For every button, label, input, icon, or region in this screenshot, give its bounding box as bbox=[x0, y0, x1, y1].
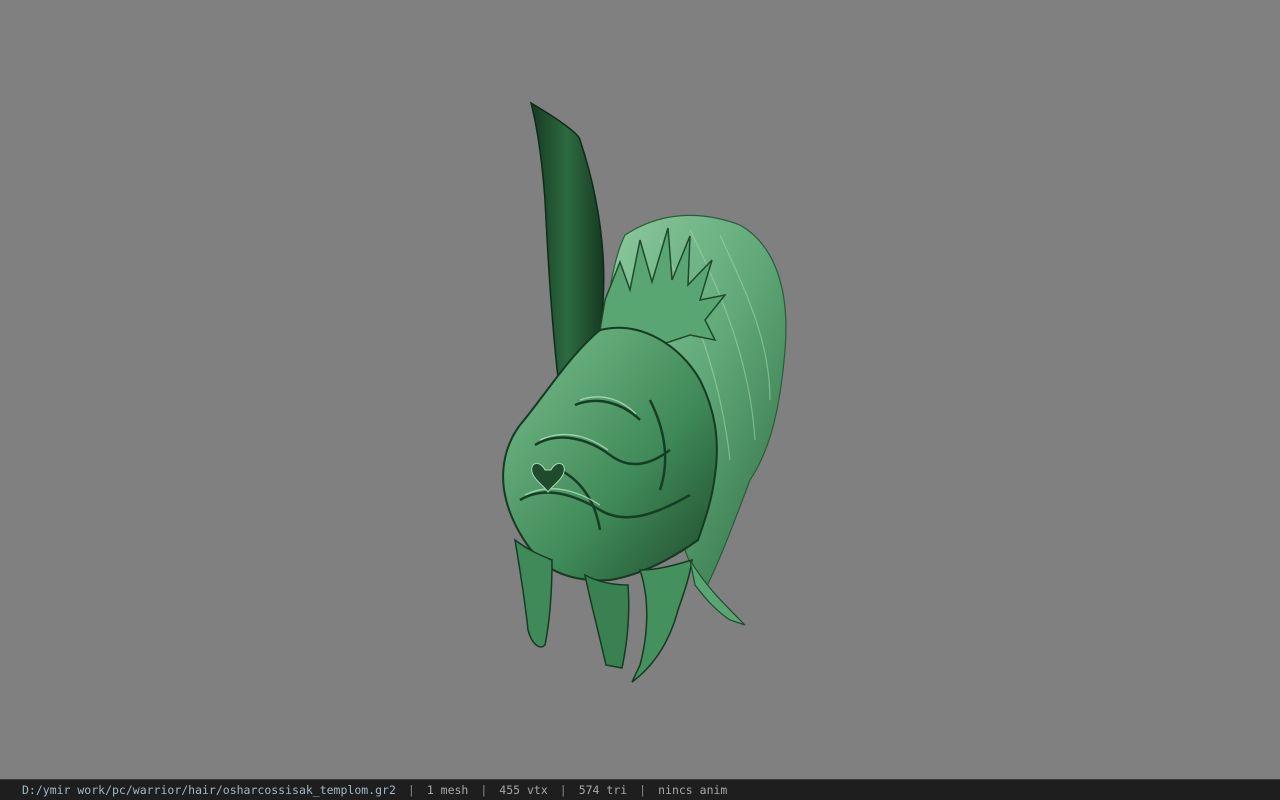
triangle-count-label: 574 tri bbox=[578, 783, 628, 797]
file-path-label: D:/ymir work/pc/warrior/hair/osharcossis… bbox=[22, 783, 396, 797]
model-viewport[interactable] bbox=[0, 0, 1280, 779]
vertex-count-label: 455 vtx bbox=[499, 783, 548, 797]
separator: | bbox=[639, 783, 647, 797]
separator: | bbox=[480, 783, 488, 797]
cheek-guard-right-shape bbox=[631, 558, 693, 683]
separator: | bbox=[407, 783, 415, 797]
cheek-guard-mid-shape bbox=[583, 573, 630, 669]
animation-status-label: nincs anim bbox=[658, 783, 728, 797]
helmet-model[interactable] bbox=[0, 0, 1280, 779]
mesh-count-label: 1 mesh bbox=[426, 783, 469, 797]
status-bar: D:/ymir work/pc/warrior/hair/osharcossis… bbox=[0, 779, 1280, 800]
separator: | bbox=[559, 783, 567, 797]
